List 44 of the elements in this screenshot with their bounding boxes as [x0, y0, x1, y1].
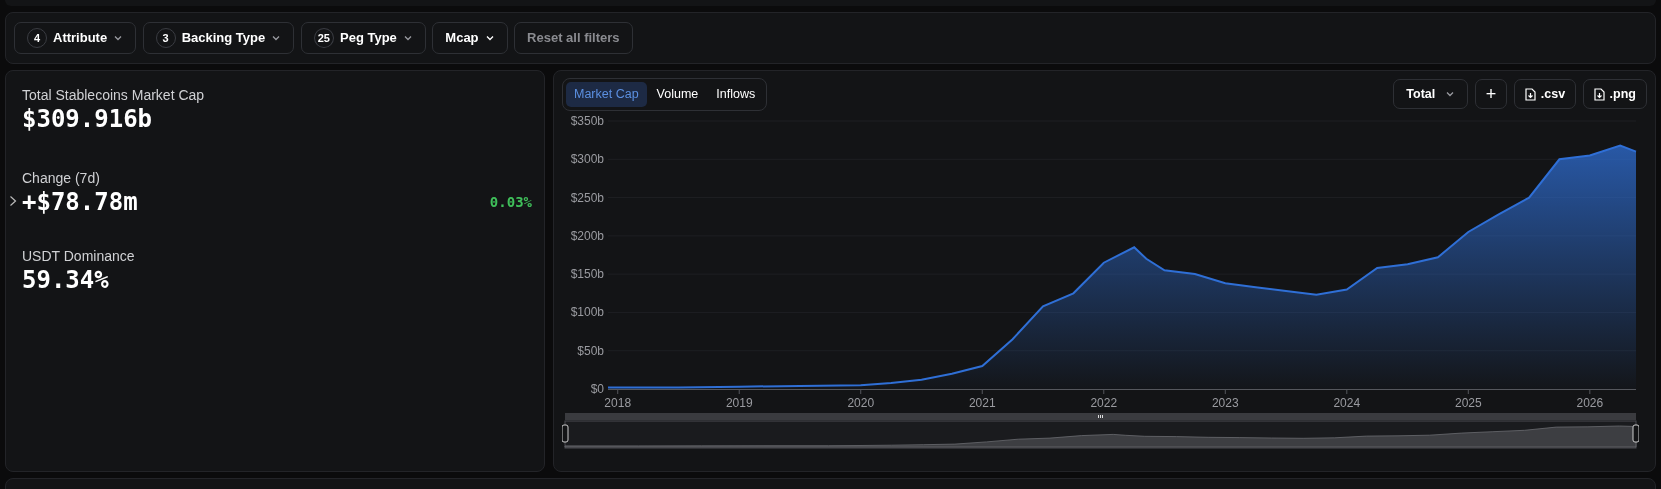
chart-tab[interactable]: Market Cap [566, 82, 647, 107]
caret-icon [271, 33, 282, 43]
x-axis-label: 2018 [604, 395, 632, 410]
total-dropdown[interactable]: Total [1393, 79, 1469, 110]
download-file-icon [1593, 87, 1605, 101]
y-axis-label: $350b [570, 113, 604, 128]
x-axis-label: 2023 [1211, 395, 1239, 410]
filter-dropdown[interactable]: 4 Attribute [14, 22, 137, 54]
caret-icon [484, 33, 495, 43]
x-axis-label: 2020 [847, 395, 875, 410]
x-axis-label: 2019 [725, 395, 753, 410]
chevron-icon[interactable] [9, 194, 17, 207]
stat-label: USDT Dominance [22, 247, 136, 267]
y-axis-label: $100b [570, 305, 604, 320]
filter-dropdown[interactable]: 3 Backing Type [142, 22, 295, 54]
caret-icon [402, 33, 413, 43]
download-button[interactable]: .png [1582, 79, 1647, 110]
chart-tab[interactable]: Volume [648, 82, 707, 107]
percent-change: 0.03% [489, 192, 532, 212]
stat-label: Total Stablecoins Market Cap [22, 86, 206, 105]
y-axis-label: $300b [570, 152, 604, 167]
stat-label: Change (7d) [22, 168, 101, 188]
y-axis-label: $200b [570, 228, 604, 243]
y-axis-label: $250b [570, 190, 604, 205]
x-axis-label: 2026 [1576, 395, 1604, 410]
y-axis-label: $50b [577, 343, 604, 358]
stat-value: +$78.78m [22, 188, 138, 217]
grip-icon[interactable] [1098, 414, 1103, 419]
chart-tab[interactable]: Inflows [708, 82, 764, 107]
add-button[interactable]: + [1474, 79, 1508, 110]
filter-dropdown[interactable]: Mcap [432, 22, 508, 54]
x-axis-label: 2021 [968, 395, 996, 410]
y-axis-label: $150b [570, 266, 604, 281]
filter-dropdown[interactable]: 25 Peg Type [300, 22, 426, 54]
x-axis-label: 2022 [1090, 395, 1118, 410]
download-button[interactable]: .csv [1513, 79, 1577, 110]
stat-value: $309.916b [22, 106, 153, 134]
stat-value: 59.34% [22, 267, 109, 295]
y-axis-label: $0 [590, 381, 604, 396]
x-axis-label: 2025 [1454, 395, 1482, 410]
scrollbar-track[interactable] [565, 412, 1636, 420]
caret-icon [113, 33, 124, 43]
x-axis-label: 2024 [1333, 395, 1361, 410]
download-file-icon [1524, 87, 1536, 101]
